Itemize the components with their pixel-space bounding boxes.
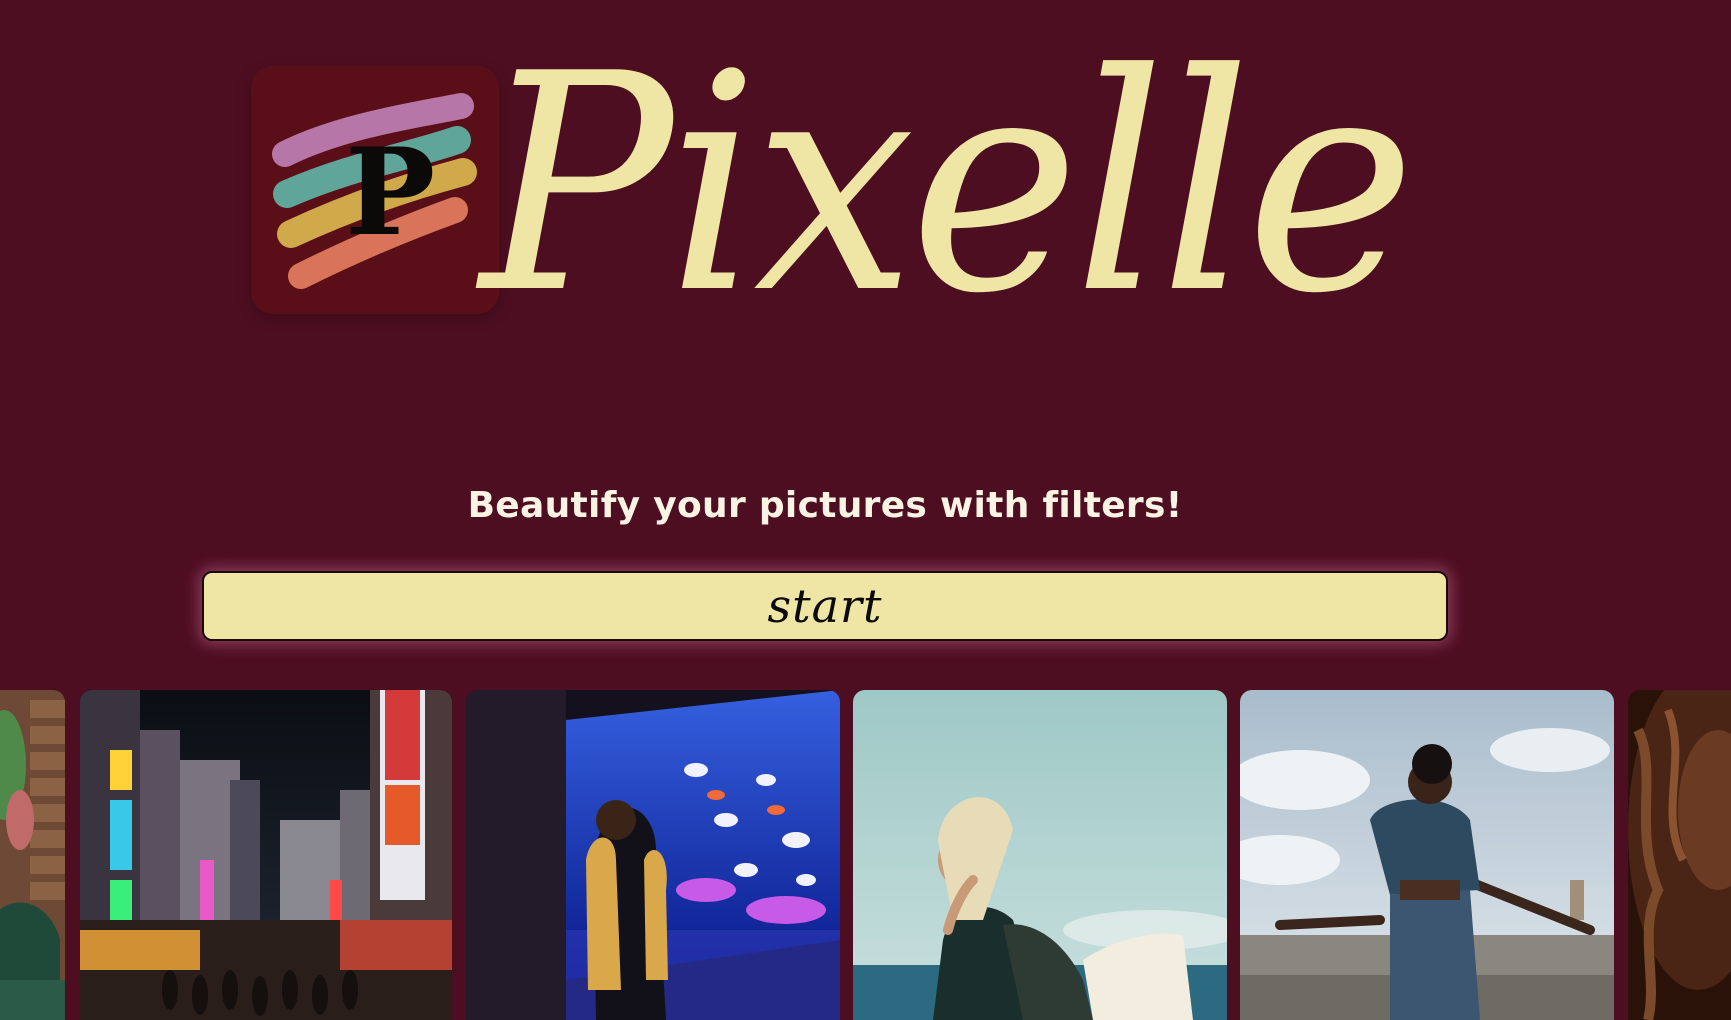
app-logo: P bbox=[251, 66, 499, 314]
gallery-photo-curly-hair-portrait[interactable] bbox=[1628, 690, 1731, 1020]
gallery-photo-surfer-beach[interactable] bbox=[853, 690, 1227, 1020]
gallery-photo-plant-wall[interactable] bbox=[0, 690, 65, 1020]
app-wordmark: Pixelle bbox=[476, 18, 1416, 338]
logo-letter: P bbox=[345, 122, 435, 263]
gallery-photo-city-street-night[interactable] bbox=[80, 690, 452, 1020]
start-button[interactable]: start bbox=[202, 571, 1448, 641]
start-button-label: start bbox=[767, 579, 883, 633]
photo-gallery[interactable] bbox=[0, 690, 1731, 1020]
tagline: Beautify your pictures with filters! bbox=[467, 485, 1183, 526]
svg-text:Pixelle: Pixelle bbox=[476, 18, 1410, 338]
gallery-photo-woman-ledge-sky[interactable] bbox=[1240, 690, 1614, 1020]
gallery-photo-aquarium-visitor[interactable] bbox=[466, 690, 840, 1020]
header: P Pixelle bbox=[0, 0, 1731, 360]
